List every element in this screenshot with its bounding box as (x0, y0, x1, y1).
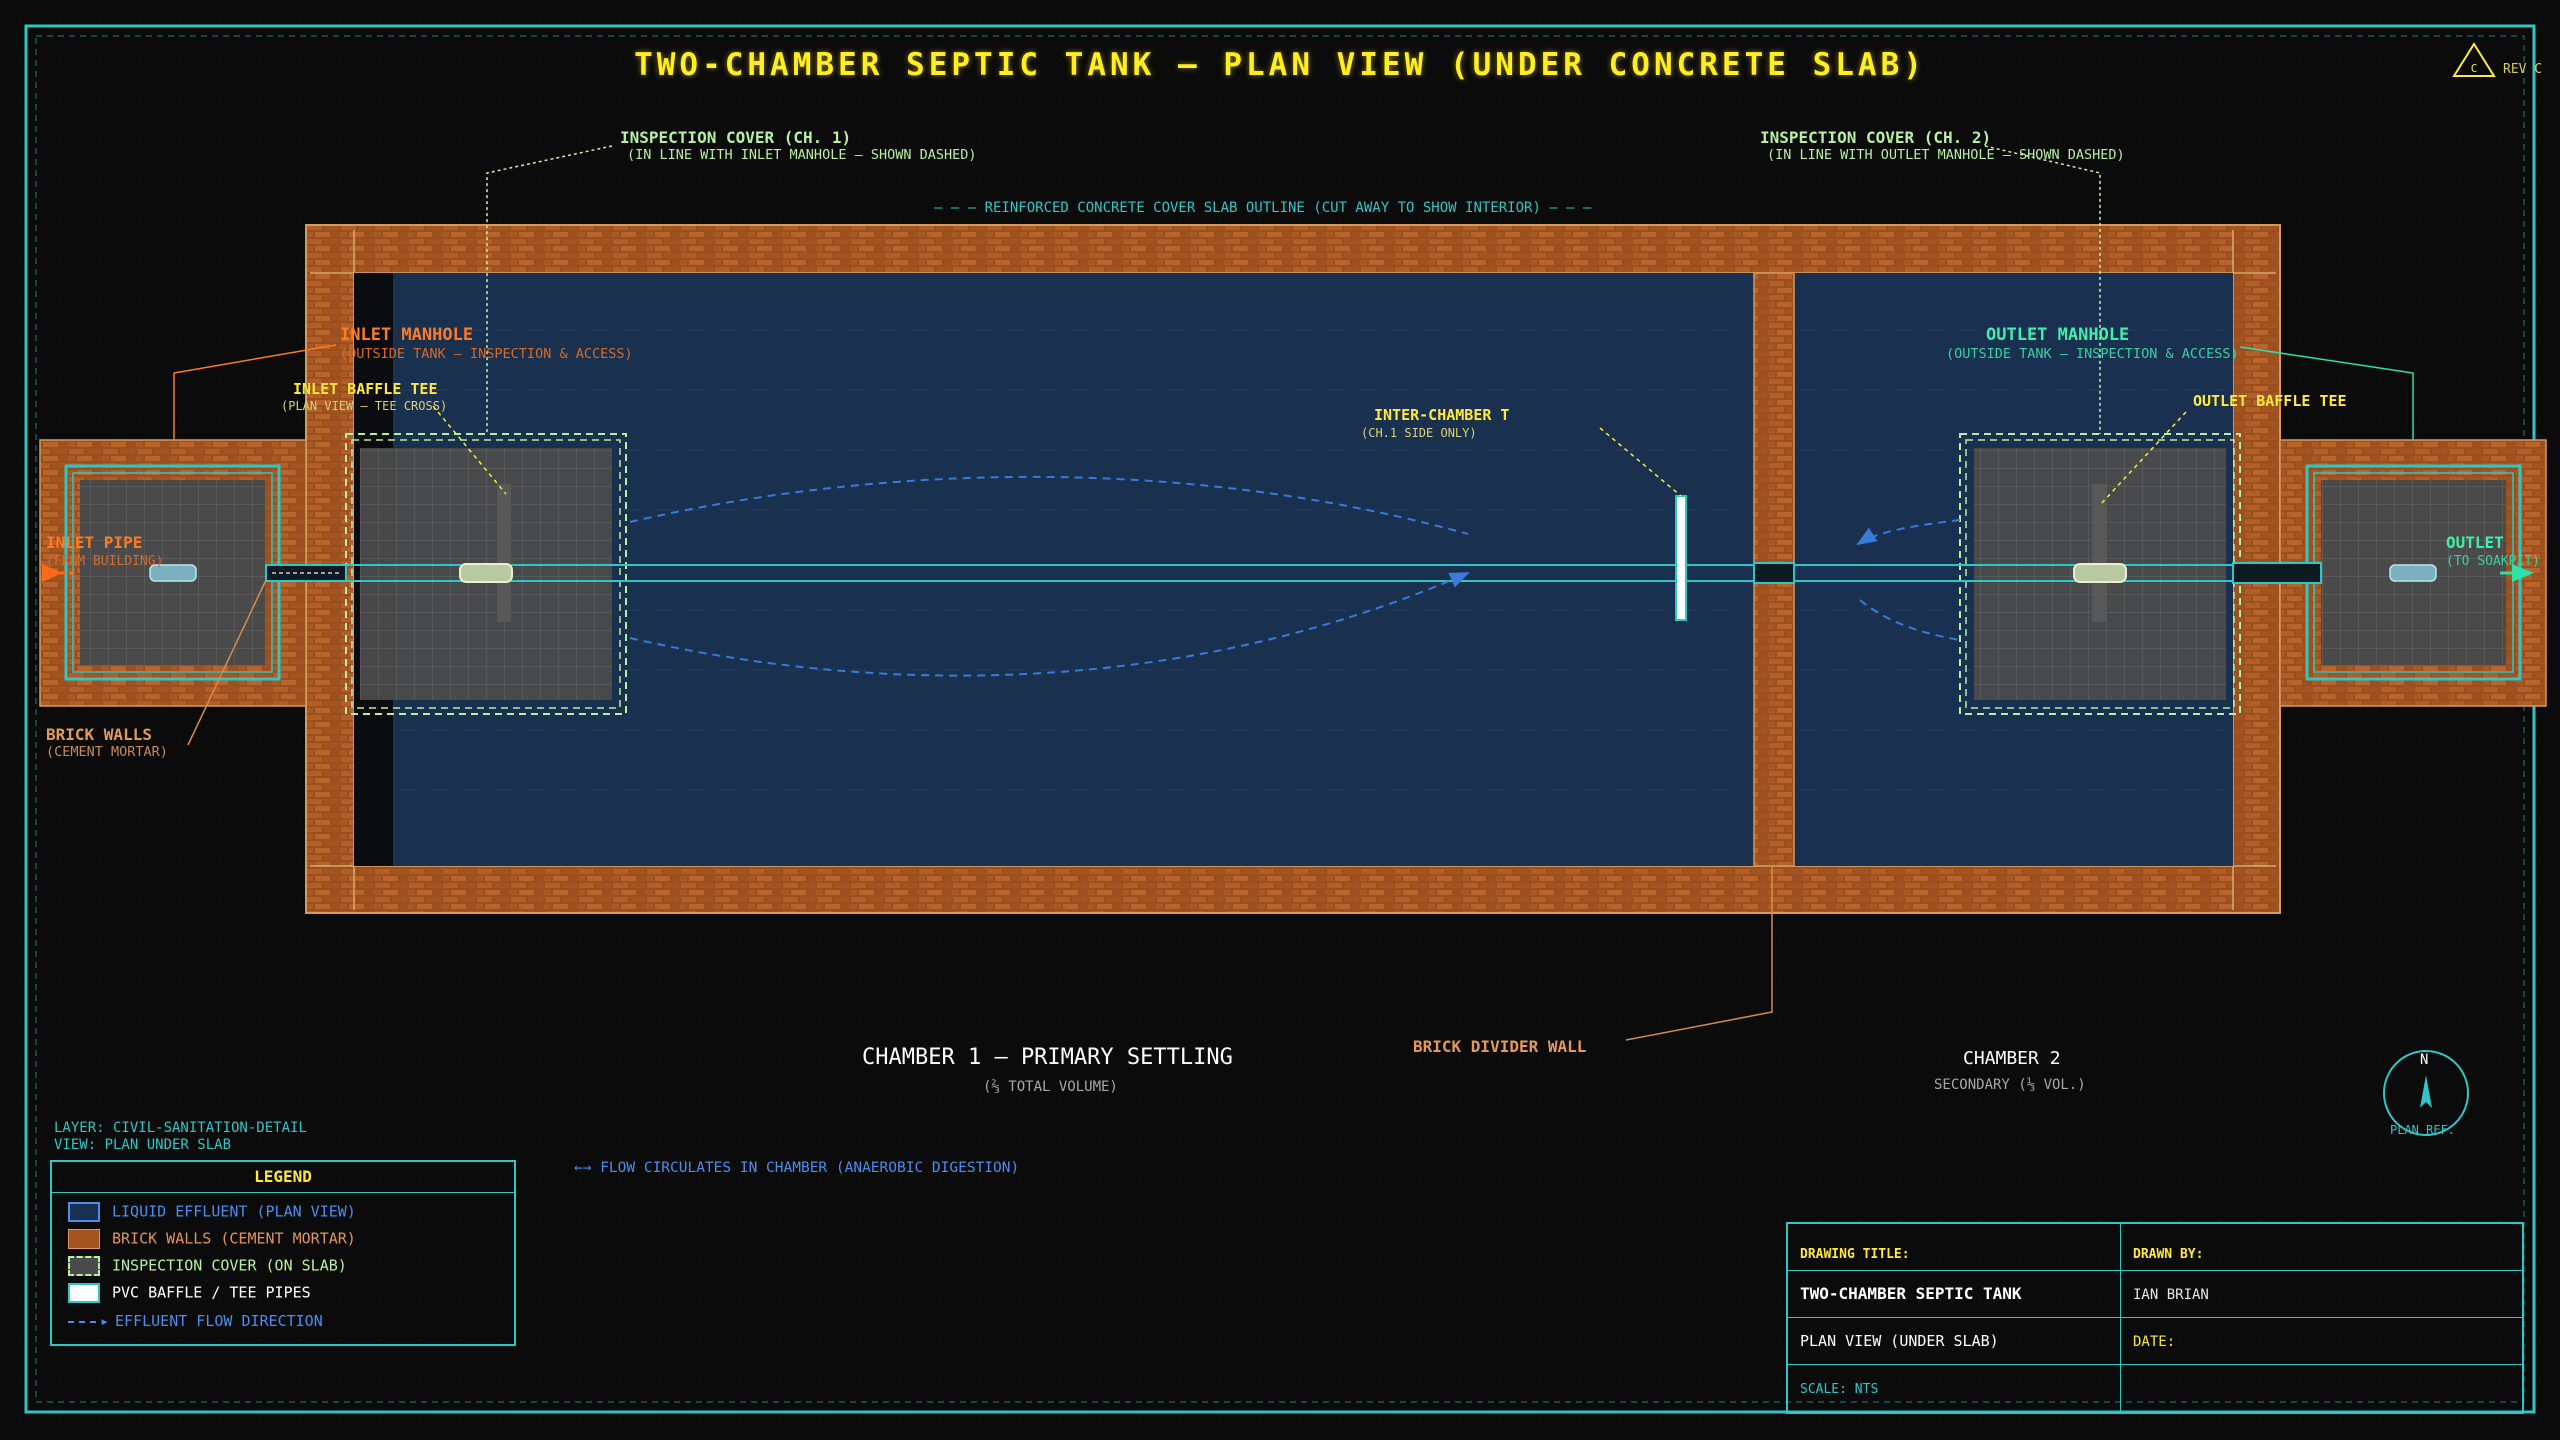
inlet-pipe-note: (FROM BUILDING) (46, 554, 164, 569)
drawing-title: TWO-CHAMBER SEPTIC TANK — PLAN VIEW (UND… (634, 47, 1926, 83)
legend-item-liquid: LIQUID EFFLUENT (PLAN VIEW) (68, 1202, 356, 1222)
view-label: VIEW: PLAN UNDER SLAB (54, 1137, 232, 1153)
drawing-sheet: C TWO-CHAMBER SEPTIC TANK — PLAN VIEW (U… (0, 0, 2560, 1440)
view-value: PLAN VIEW (UNDER SLAB) (1800, 1332, 1999, 1350)
chamber-2-volume: SECONDARY (⅓ VOL.) (1934, 1077, 2086, 1093)
cover-swatch-icon (68, 1256, 100, 1276)
drawing-title-label: DRAWING TITLE: (1800, 1247, 1910, 1262)
slab-outline-note: — — — REINFORCED CONCRETE COVER SLAB OUT… (934, 200, 1592, 216)
compass-label: PLAN REF. (2390, 1123, 2456, 1137)
outlet-baffle-tee (2073, 563, 2127, 583)
legend-item-flow: ▸ EFFLUENT FLOW DIRECTION (68, 1312, 323, 1330)
inter-chamber-t-note: (CH.1 SIDE ONLY) (1361, 426, 1477, 440)
flow-arrow-icon: ▸ (100, 1312, 110, 1330)
title-block: DRAWING TITLE: DRAWN BY: TWO-CHAMBER SEP… (1786, 1222, 2524, 1414)
inspection-cover-1-label: INSPECTION COVER (CH. 1) (620, 128, 852, 147)
inter-chamber-t (1675, 495, 1687, 621)
revision-label: REV C (2503, 62, 2543, 77)
liquid-swatch-icon (68, 1202, 100, 1222)
chamber-1-volume: (⅔ TOTAL VOLUME) (983, 1079, 1118, 1095)
flow-note: ←→ FLOW CIRCULATES IN CHAMBER (ANAEROBIC… (574, 1160, 1020, 1176)
legend-title: LEGEND (52, 1162, 514, 1193)
legend-item-pvc: PVC BAFFLE / TEE PIPES (68, 1283, 311, 1303)
chamber-1-label: CHAMBER 1 — PRIMARY SETTLING (862, 1045, 1233, 1070)
drawn-by-value: IAN BRIAN (2133, 1287, 2209, 1303)
date-label: DATE: (2133, 1334, 2176, 1350)
drawn-by-label: DRAWN BY: (2133, 1247, 2204, 1262)
inlet-manhole-label: INLET MANHOLE (340, 325, 474, 345)
chamber-2-label: CHAMBER 2 (1963, 1048, 2061, 1069)
legend-item-brick: BRICK WALLS (CEMENT MORTAR) (68, 1229, 356, 1249)
flow-line-icon (68, 1320, 96, 1323)
brick-walls-note: (CEMENT MORTAR) (46, 744, 168, 760)
compass-north: N (2420, 1052, 2429, 1068)
drawing-title-value: TWO-CHAMBER SEPTIC TANK (1800, 1284, 2022, 1303)
layer-label: LAYER: CIVIL-SANITATION-DETAIL (54, 1120, 307, 1136)
outlet-baffle-tee-label: OUTLET BAFFLE TEE (2193, 392, 2347, 410)
legend-item-cover: INSPECTION COVER (ON SLAB) (68, 1256, 347, 1276)
inspection-cover-1-note: (IN LINE WITH INLET MANHOLE — SHOWN DASH… (627, 147, 977, 163)
inspection-cover-2-note: (IN LINE WITH OUTLET MANHOLE — SHOWN DAS… (1767, 147, 2125, 163)
inlet-baffle-tee (459, 563, 513, 583)
brick-swatch-icon (68, 1229, 100, 1249)
inlet-pipe-label: INLET PIPE (46, 533, 143, 552)
outlet-label: OUTLET (2446, 533, 2504, 552)
outlet-manhole-label: OUTLET MANHOLE (1986, 325, 2130, 345)
scale-label: SCALE: NTS (1800, 1382, 1879, 1397)
inlet-baffle-tee-label: INLET BAFFLE TEE (293, 380, 438, 398)
inlet-manhole-note: (OUTSIDE TANK — INSPECTION & ACCESS) (340, 346, 633, 362)
outlet-manhole-note: (OUTSIDE TANK — INSPECTION & ACCESS) (1946, 346, 2239, 362)
outlet-note: (TO SOAKPIT) (2446, 555, 2540, 568)
legend: LEGEND LIQUID EFFLUENT (PLAN VIEW) BRICK… (50, 1160, 516, 1346)
inlet-baffle-tee-note: (PLAN VIEW — TEE CROSS) (281, 399, 448, 413)
pvc-swatch-icon (68, 1283, 100, 1303)
outlet-manhole-pipe (2389, 564, 2437, 582)
brick-divider-wall-label: BRICK DIVIDER WALL (1413, 1037, 1587, 1056)
inter-chamber-t-label: INTER-CHAMBER T (1374, 406, 1510, 424)
inspection-cover-2-label: INSPECTION COVER (CH. 2) (1760, 128, 1992, 147)
brick-walls-label: BRICK WALLS (46, 725, 152, 744)
